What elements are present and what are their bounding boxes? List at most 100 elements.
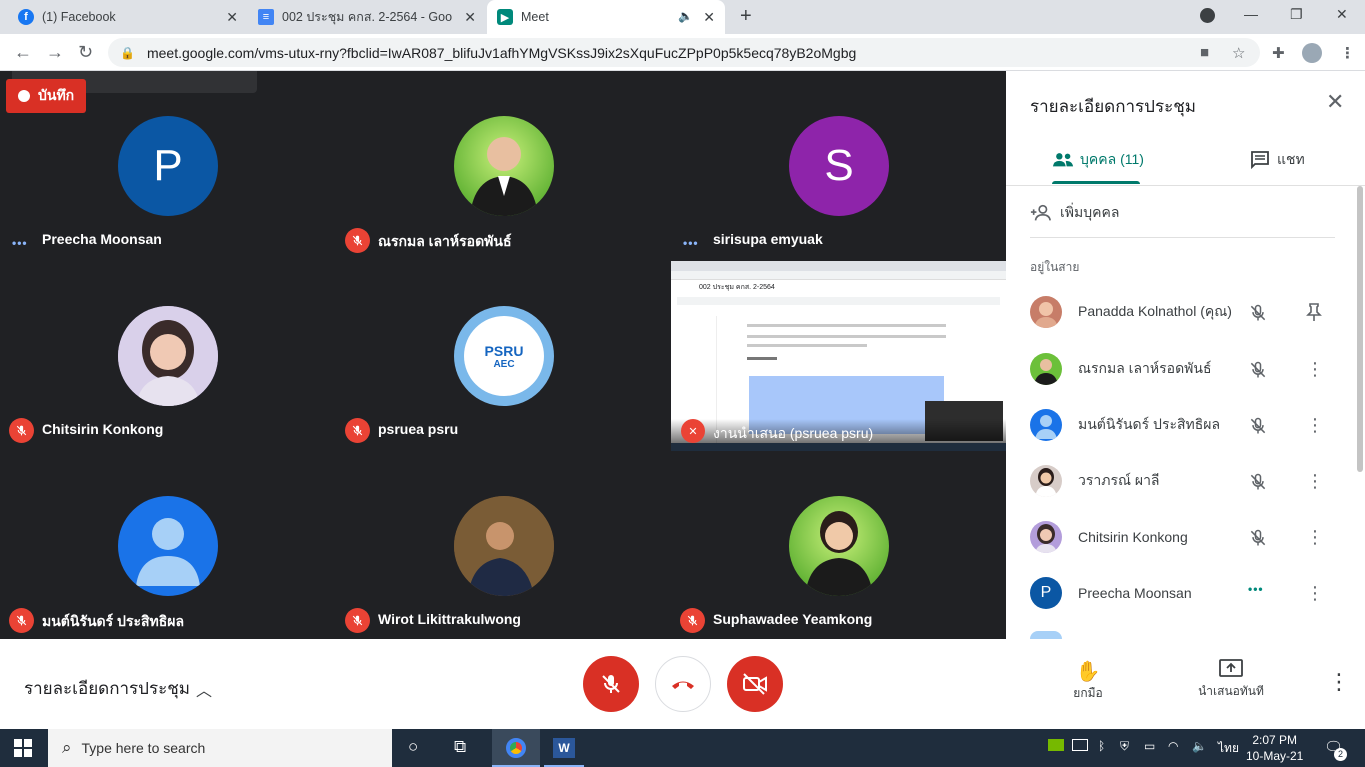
tab-chat-label: แชท [1277,151,1305,167]
tab-google-docs[interactable]: ≡ 002 ประชุม คกส. 2-2564 - Google ✕ [248,0,486,34]
participant-row[interactable]: มนต์นิรันดร์ ประสิทธิผล ⋮ [1030,408,1340,442]
person-photo-icon [454,496,554,596]
participant-tile[interactable]: S ••• sirisupa emyuak [671,71,1006,261]
tab-meet[interactable]: ▶ Meet 🔈 ✕ [487,0,725,34]
extensions-icon[interactable]: ✚ [1272,44,1285,62]
battery-tray-icon[interactable]: ▭ [1144,739,1155,753]
mic-off-icon [1248,472,1268,497]
toggle-mic-button[interactable] [583,656,639,712]
new-tab-button[interactable]: + [740,5,752,28]
participant-row[interactable]: P Preecha Moonsan ••• ⋮ [1030,576,1340,610]
participant-name: Preecha Moonsan [42,231,162,247]
participant-tile[interactable]: ณรกมล เลาห์รอดพันธ์ [336,71,671,261]
participant-tile[interactable]: P ••• Preecha Moonsan [0,71,335,261]
divider [1030,237,1335,238]
minimize-icon[interactable]: — [1244,6,1258,22]
participant-tile[interactable]: Suphawadee Yeamkong [671,451,1006,641]
taskbar-clock[interactable]: 2:07 PM 10-May-21 [1246,732,1303,764]
avatar: PSRU AEC [454,306,554,406]
add-people-button[interactable]: เพิ่มบุคคล [1030,202,1119,224]
nvidia-tray-icon[interactable] [1048,739,1064,751]
back-icon[interactable]: ← [14,42,32,63]
speaker-icon[interactable]: 🔈 [678,9,693,23]
input-language[interactable]: ไทย [1218,739,1239,758]
close-tab-icon[interactable]: ✕ [464,9,476,26]
chevron-up-icon[interactable]: ︿ [196,677,212,701]
text-line [747,357,777,360]
reload-icon[interactable]: ↻ [78,42,93,63]
taskbar-chrome-button[interactable] [492,729,540,767]
tab-facebook[interactable]: f (1) Facebook ✕ [8,0,248,34]
participant-row[interactable]: Chitsirin Konkong ⋮ [1030,520,1340,554]
forward-icon[interactable]: → [46,42,64,63]
avatar: P [118,116,218,216]
participant-tile[interactable]: มนต์นิรันดร์ ประสิทธิผล [0,451,335,641]
close-panel-icon[interactable]: ✕ [1326,89,1344,115]
participant-tile[interactable]: PSRU AEC psruea psru [336,261,671,451]
more-options-icon[interactable]: ⋮ [1306,360,1324,378]
bookmark-star-icon[interactable]: ☆ [1232,44,1245,62]
participant-row[interactable]: Panadda Kolnathol (คุณ) [1030,295,1340,329]
participant-avatar [1030,296,1062,328]
participant-avatar [1030,465,1062,497]
chrome-icon [506,738,526,758]
more-options-icon[interactable]: ⋮ [1306,528,1324,546]
present-now-button[interactable]: นำเสนอทันที [1190,659,1272,701]
browser-menu-icon[interactable]: ⋮ [1340,44,1355,62]
display-tray-icon[interactable] [1072,739,1088,751]
raise-hand-button[interactable]: ✋ ยกมือ [1066,659,1110,703]
avatar [118,306,218,406]
bluetooth-tray-icon[interactable]: ᛒ [1098,739,1105,753]
avatar [118,496,218,596]
toggle-camera-button[interactable] [727,656,783,712]
security-tray-icon[interactable]: ⛨ [1120,739,1129,754]
psru-logo: PSRU AEC [464,316,544,396]
participant-name: Chitsirin Konkong [42,421,164,437]
meeting-details-button[interactable]: รายละเอียดการประชุม [24,675,190,702]
active-tab-indicator [1052,181,1140,184]
lock-icon: 🔒 [120,45,135,60]
present-now-label: นำเสนอทันที [1198,684,1264,698]
facebook-icon: f [18,9,34,25]
windows-start-icon[interactable] [14,739,32,762]
close-window-icon[interactable]: ✕ [1336,6,1348,23]
add-person-icon [1030,204,1051,221]
word-icon: W [553,738,575,758]
participant-avatar [1030,521,1062,553]
participant-row[interactable]: ณรกมล เลาห์รอดพันธ์ ⋮ [1030,352,1340,386]
presentation-tile[interactable]: 002 ประชุม คกส. 2-2564 ✕ งานนำเสนอ (psru… [671,261,1006,451]
tab-people[interactable]: บุคคล (11) [1052,149,1144,171]
leave-call-button[interactable] [655,656,711,712]
logo-subtext: AEC [493,358,515,370]
speaking-indicator-icon: ••• [1248,582,1264,596]
cortana-icon[interactable]: ○ [408,737,418,757]
participant-tile[interactable]: Chitsirin Konkong [0,261,335,451]
wifi-tray-icon[interactable]: ◠ [1168,739,1178,753]
task-view-icon[interactable]: ⧉ [454,737,466,757]
panel-scrollbar[interactable] [1357,186,1363,472]
volume-tray-icon[interactable]: 🔈 [1192,739,1207,753]
person-photo-icon [118,306,218,406]
maximize-icon[interactable]: ❐ [1290,6,1303,23]
participant-name: sirisupa emyuak [713,231,823,247]
more-options-icon[interactable]: ⋮ [1306,584,1324,602]
video-stage: บันทึก P ••• Preecha Moonsan ณรกมล เลาห์… [0,71,1006,639]
more-options-icon[interactable]: ⋮ [1306,472,1324,490]
close-tab-icon[interactable]: ✕ [226,9,238,26]
participant-avatar [1030,409,1062,441]
mic-off-icon [9,608,34,633]
participant-tile[interactable]: Wirot Likittrakulwong [336,451,671,641]
close-tab-icon[interactable]: ✕ [703,9,715,26]
more-options-icon[interactable]: ⋮ [1328,671,1350,693]
url-field[interactable]: 🔒 meet.google.com/vms-utux-rny?fbclid=Iw… [108,38,1260,67]
more-options-icon[interactable]: ⋮ [1306,416,1324,434]
taskbar-word-button[interactable]: W [544,729,584,767]
camera-icon[interactable]: ■ [1200,44,1209,61]
avatar: S [789,116,889,216]
taskbar-search-box[interactable]: ⌕ Type here to search [48,729,392,767]
tab-chat[interactable]: แชท [1250,149,1305,171]
profile-dropdown-icon[interactable] [1200,8,1215,23]
profile-avatar[interactable] [1302,43,1322,63]
participant-row[interactable]: วราภรณ์ ผาลี ⋮ [1030,464,1340,498]
pin-icon[interactable] [1306,303,1322,324]
